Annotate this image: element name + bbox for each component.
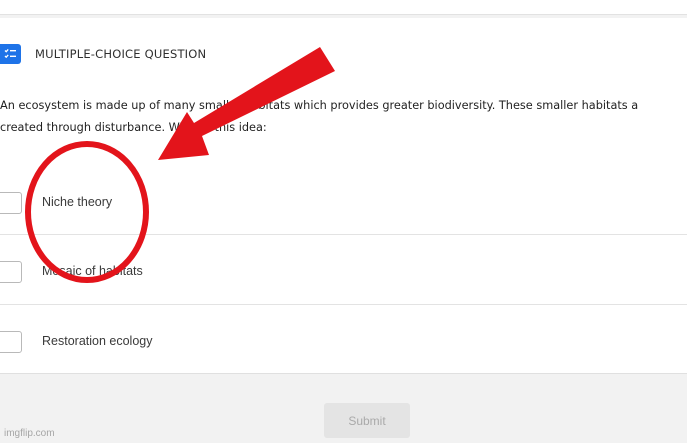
option-niche-theory[interactable]: Niche theory [0, 168, 687, 237]
top-bar [0, 0, 687, 15]
question-line-1: An ecosystem is made up of many smaller … [0, 99, 639, 112]
question-type-badge [0, 44, 21, 64]
option-checkbox[interactable] [0, 331, 22, 353]
watermark: imgflip.com [4, 428, 55, 439]
option-label[interactable]: Mosaic of habitats [42, 264, 143, 278]
question-text: An ecosystem is made up of many smaller … [0, 95, 687, 139]
option-mosaic-of-habitats[interactable]: Mosaic of habitats [0, 234, 687, 304]
question-type-label: MULTIPLE-CHOICE QUESTION [35, 47, 207, 61]
option-restoration-ecology[interactable]: Restoration ecology [0, 304, 687, 374]
option-label[interactable]: Niche theory [42, 195, 112, 209]
option-checkbox[interactable] [0, 261, 22, 283]
checklist-icon [4, 48, 16, 59]
option-label[interactable]: Restoration ecology [42, 334, 152, 348]
question-line-2: created through disturbance. What is thi… [0, 121, 267, 134]
submit-button[interactable]: Submit [324, 403, 410, 438]
option-checkbox[interactable] [0, 192, 22, 214]
